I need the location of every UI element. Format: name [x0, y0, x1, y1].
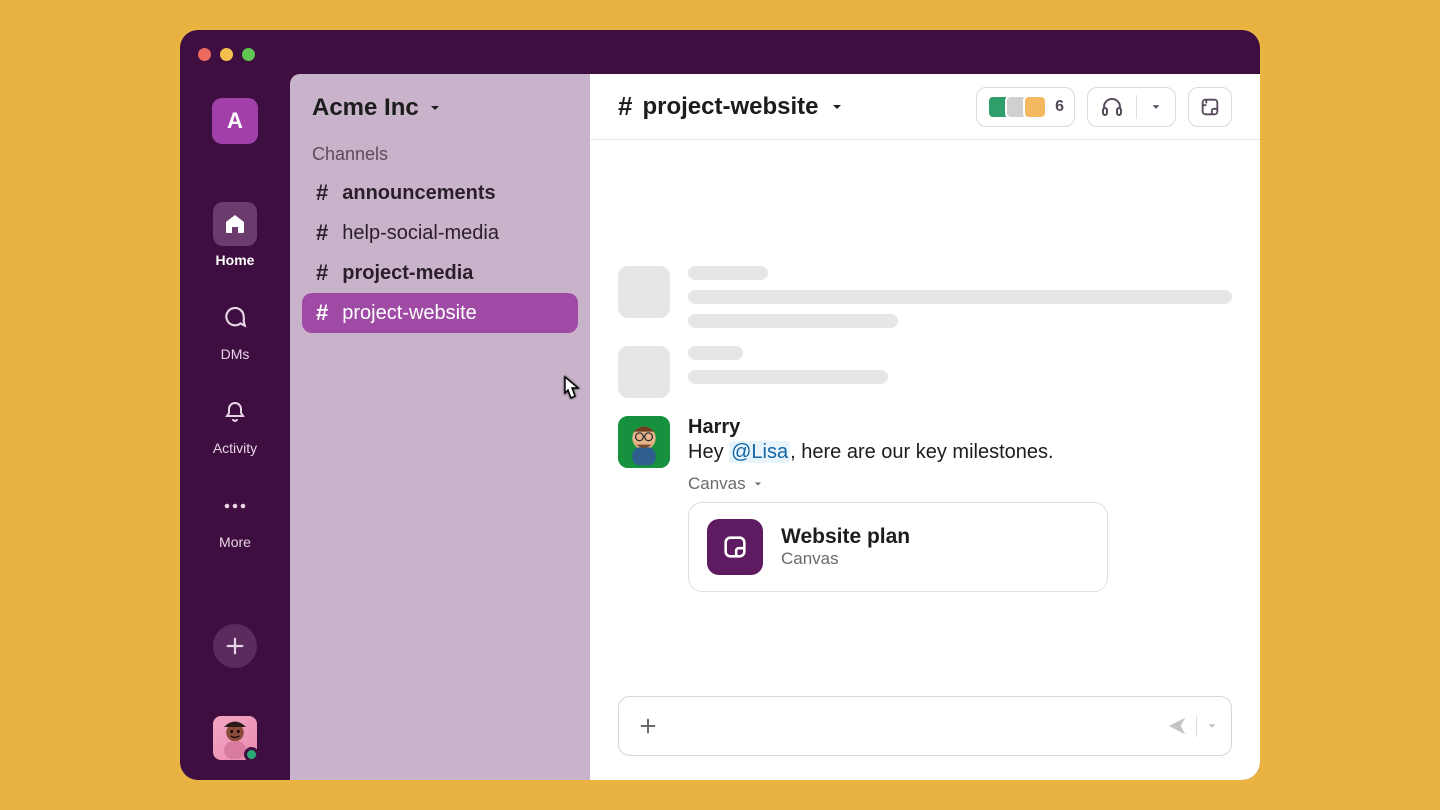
channel-label: help-social-media: [342, 222, 499, 245]
activity-icon: [213, 390, 257, 434]
main-pane: # project-website 6: [590, 74, 1260, 780]
hash-icon: #: [316, 180, 328, 206]
canvas-icon: [707, 519, 763, 575]
channel-label: project-website: [342, 302, 477, 325]
maximize-window-icon[interactable]: [242, 48, 255, 61]
channel-item-project-media[interactable]: # project-media: [302, 253, 578, 293]
chevron-down-icon[interactable]: [1205, 719, 1219, 733]
channel-canvas-button[interactable]: [1188, 87, 1232, 127]
member-avatars: [987, 95, 1047, 119]
nav-rail: A Home DMs Activity: [180, 74, 290, 780]
channel-label: project-media: [342, 262, 473, 285]
chevron-down-icon: [829, 99, 845, 115]
more-icon: [213, 484, 257, 528]
channel-item-project-website[interactable]: # project-website: [302, 293, 578, 333]
app-window: A Home DMs Activity: [180, 30, 1260, 780]
close-window-icon[interactable]: [198, 48, 211, 61]
message-composer[interactable]: [618, 696, 1232, 756]
nav-activity[interactable]: Activity: [199, 390, 271, 456]
message-author[interactable]: Harry: [688, 416, 1232, 439]
user-mention[interactable]: @Lisa: [729, 441, 790, 463]
caret-down-icon: [752, 478, 764, 490]
member-count: 6: [1055, 98, 1064, 116]
chevron-down-icon[interactable]: [1137, 88, 1175, 126]
channel-item-help-social-media[interactable]: # help-social-media: [302, 213, 578, 253]
canvas-title: Website plan: [781, 525, 910, 549]
channel-header: # project-website 6: [590, 74, 1260, 140]
attachment-type-label[interactable]: Canvas: [688, 474, 1232, 494]
workspace-switcher[interactable]: A: [212, 98, 258, 144]
channel-title[interactable]: # project-website: [618, 91, 845, 122]
headphones-icon: [1088, 88, 1136, 126]
nav-more[interactable]: More: [199, 484, 271, 550]
channel-members-button[interactable]: 6: [976, 87, 1075, 127]
channel-sidebar: Acme Inc Channels # announcements # help-so…: [290, 74, 590, 780]
channels-section-header: Channels: [302, 144, 578, 173]
channel-name: project-website: [642, 93, 818, 121]
hash-icon: #: [618, 91, 632, 122]
message-placeholder: [618, 346, 1232, 398]
home-icon: [213, 202, 257, 246]
hash-icon: #: [316, 300, 328, 326]
nav-home[interactable]: Home: [199, 202, 271, 268]
nav-home-label: Home: [216, 252, 255, 268]
huddle-button[interactable]: [1087, 87, 1176, 127]
message: Harry Hey @Lisa, here are our key milest…: [618, 416, 1232, 592]
nav-dms[interactable]: DMs: [199, 296, 271, 362]
message-placeholder: [618, 266, 1232, 328]
channel-label: announcements: [342, 182, 495, 205]
author-avatar[interactable]: [618, 416, 670, 468]
dms-icon: [213, 296, 257, 340]
nav-activity-label: Activity: [213, 440, 257, 456]
workspace-name: Acme Inc: [312, 94, 419, 122]
send-icon[interactable]: [1166, 715, 1188, 737]
canvas-attachment[interactable]: Website plan Canvas: [688, 502, 1108, 592]
presence-indicator-icon: [244, 747, 257, 760]
composer-attach-button[interactable]: [631, 709, 665, 743]
hash-icon: #: [316, 220, 328, 246]
create-button[interactable]: [213, 624, 257, 668]
chevron-down-icon: [427, 100, 443, 116]
message-feed: Harry Hey @Lisa, here are our key milest…: [590, 140, 1260, 680]
user-avatar[interactable]: [213, 716, 257, 760]
nav-dms-label: DMs: [221, 346, 250, 362]
channel-item-announcements[interactable]: # announcements: [302, 173, 578, 213]
canvas-subtitle: Canvas: [781, 549, 910, 569]
minimize-window-icon[interactable]: [220, 48, 233, 61]
nav-more-label: More: [219, 534, 251, 550]
message-text: Hey @Lisa, here are our key milestones.: [688, 441, 1232, 464]
workspace-menu[interactable]: Acme Inc: [302, 94, 578, 144]
window-controls: [198, 48, 255, 61]
hash-icon: #: [316, 260, 328, 286]
